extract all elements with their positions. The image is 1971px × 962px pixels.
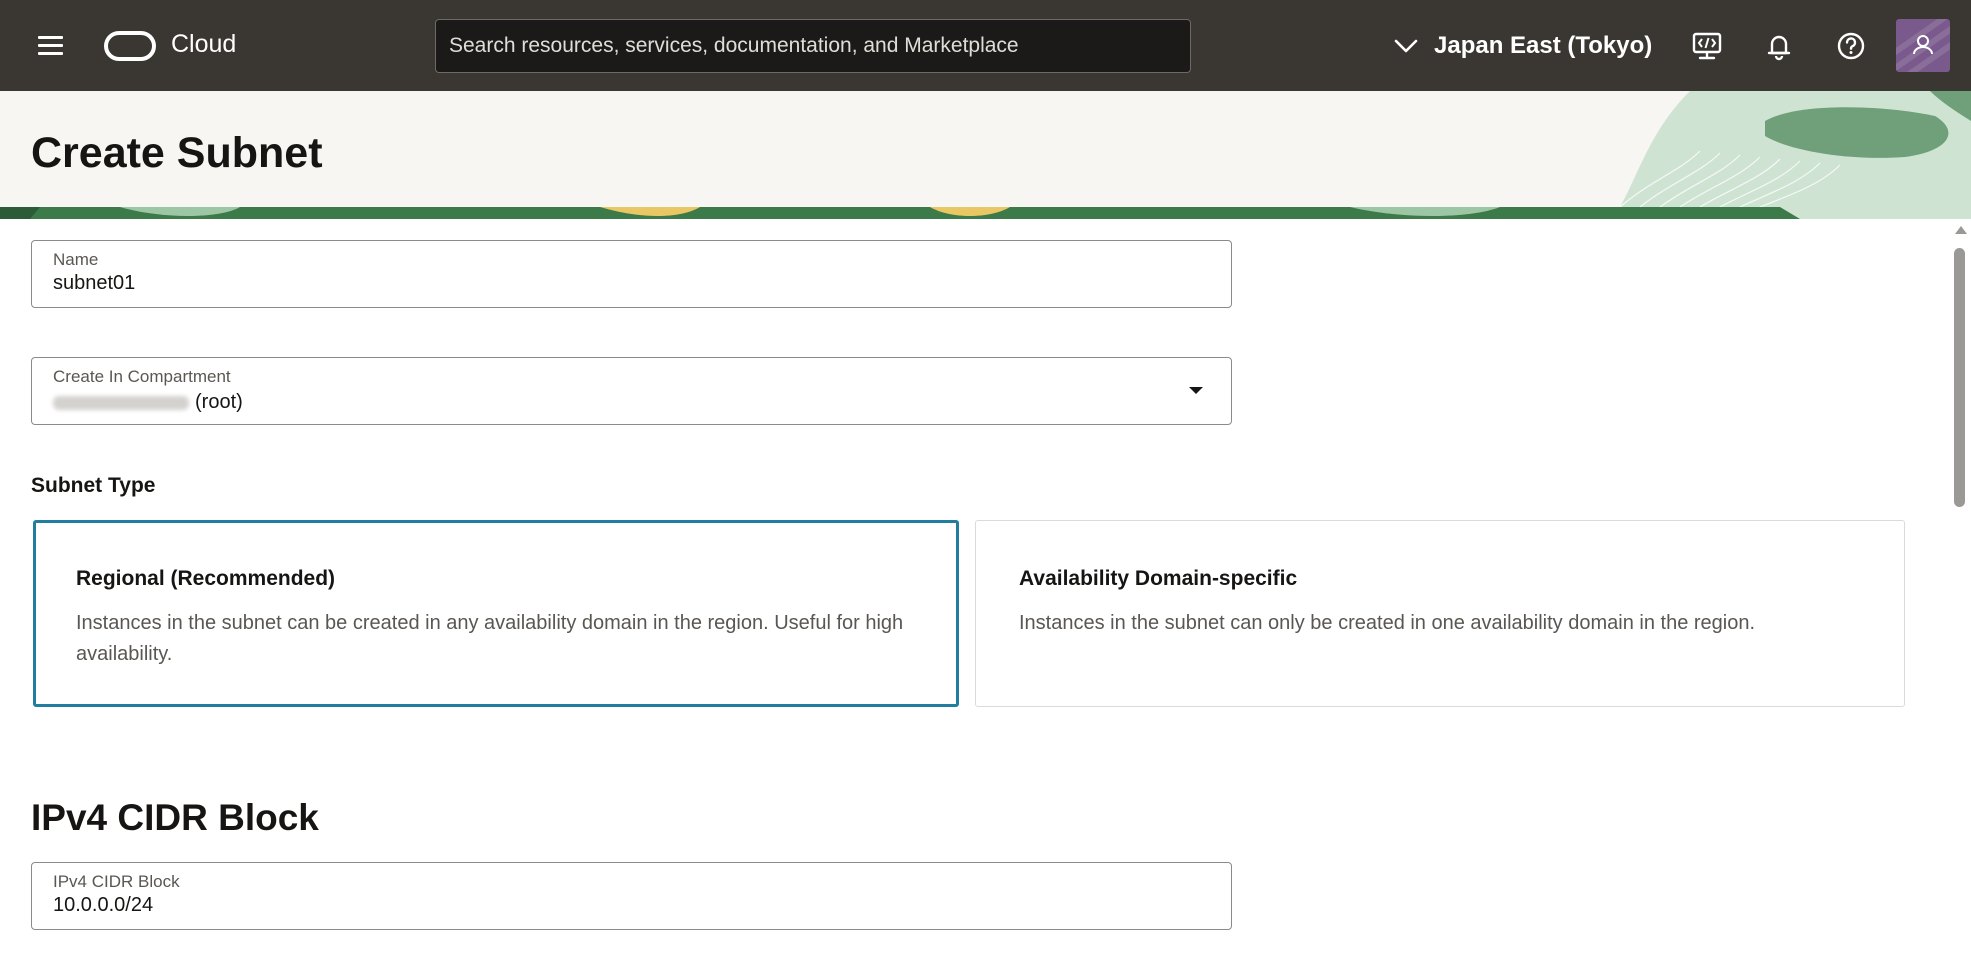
chevron-down-icon xyxy=(1394,39,1418,53)
top-nav-bar: Cloud Japan East (Tokyo) xyxy=(0,0,1971,91)
name-field[interactable]: Name xyxy=(31,240,1232,308)
subnet-type-label: Subnet Type xyxy=(31,474,156,497)
card-description: Instances in the subnet can only be crea… xyxy=(1019,612,1756,634)
page-header-banner: Create Subnet xyxy=(0,91,1971,219)
user-icon xyxy=(1913,35,1933,55)
search-input[interactable] xyxy=(435,19,1191,73)
bell-icon[interactable] xyxy=(1762,29,1796,63)
scrollbar-thumb[interactable] xyxy=(1954,248,1965,507)
ipv4-cidr-label: IPv4 CIDR Block xyxy=(53,872,180,891)
card-title: Regional (Recommended) xyxy=(76,567,336,590)
avatar[interactable] xyxy=(1896,19,1950,72)
cloud-shell-icon[interactable] xyxy=(1690,29,1724,63)
name-label: Name xyxy=(53,250,99,269)
region-label: Japan East (Tokyo) xyxy=(1434,32,1653,59)
caret-down-icon[interactable] xyxy=(1189,387,1203,394)
compartment-value: (root) xyxy=(53,391,1153,414)
oracle-logo-icon[interactable] xyxy=(104,31,156,61)
name-input[interactable] xyxy=(53,272,1153,295)
redacted-tenancy-name xyxy=(53,395,189,410)
ipv4-cidr-field[interactable]: IPv4 CIDR Block xyxy=(31,862,1232,930)
brand-name[interactable]: Cloud xyxy=(171,30,236,59)
help-icon[interactable] xyxy=(1834,29,1868,63)
compartment-label: Create In Compartment xyxy=(53,367,231,386)
ipv4-section-heading: IPv4 CIDR Block xyxy=(31,797,319,838)
page-title: Create Subnet xyxy=(31,129,323,177)
card-description: Instances in the subnet can be created i… xyxy=(76,612,904,665)
compartment-select[interactable]: Create In Compartment (root) xyxy=(31,357,1232,425)
card-title: Availability Domain-specific xyxy=(1019,567,1298,590)
hamburger-icon[interactable] xyxy=(36,30,66,60)
subnet-type-regional-card[interactable]: Regional (Recommended) Instances in the … xyxy=(33,520,959,707)
decorative-strip xyxy=(0,207,1971,219)
scroll-up-arrow-icon[interactable] xyxy=(1955,226,1967,234)
ipv4-cidr-input[interactable] xyxy=(53,894,1153,917)
subnet-type-ad-specific-card[interactable]: Availability Domain-specific Instances i… xyxy=(975,520,1905,707)
region-selector[interactable]: Japan East (Tokyo) xyxy=(1394,26,1652,66)
